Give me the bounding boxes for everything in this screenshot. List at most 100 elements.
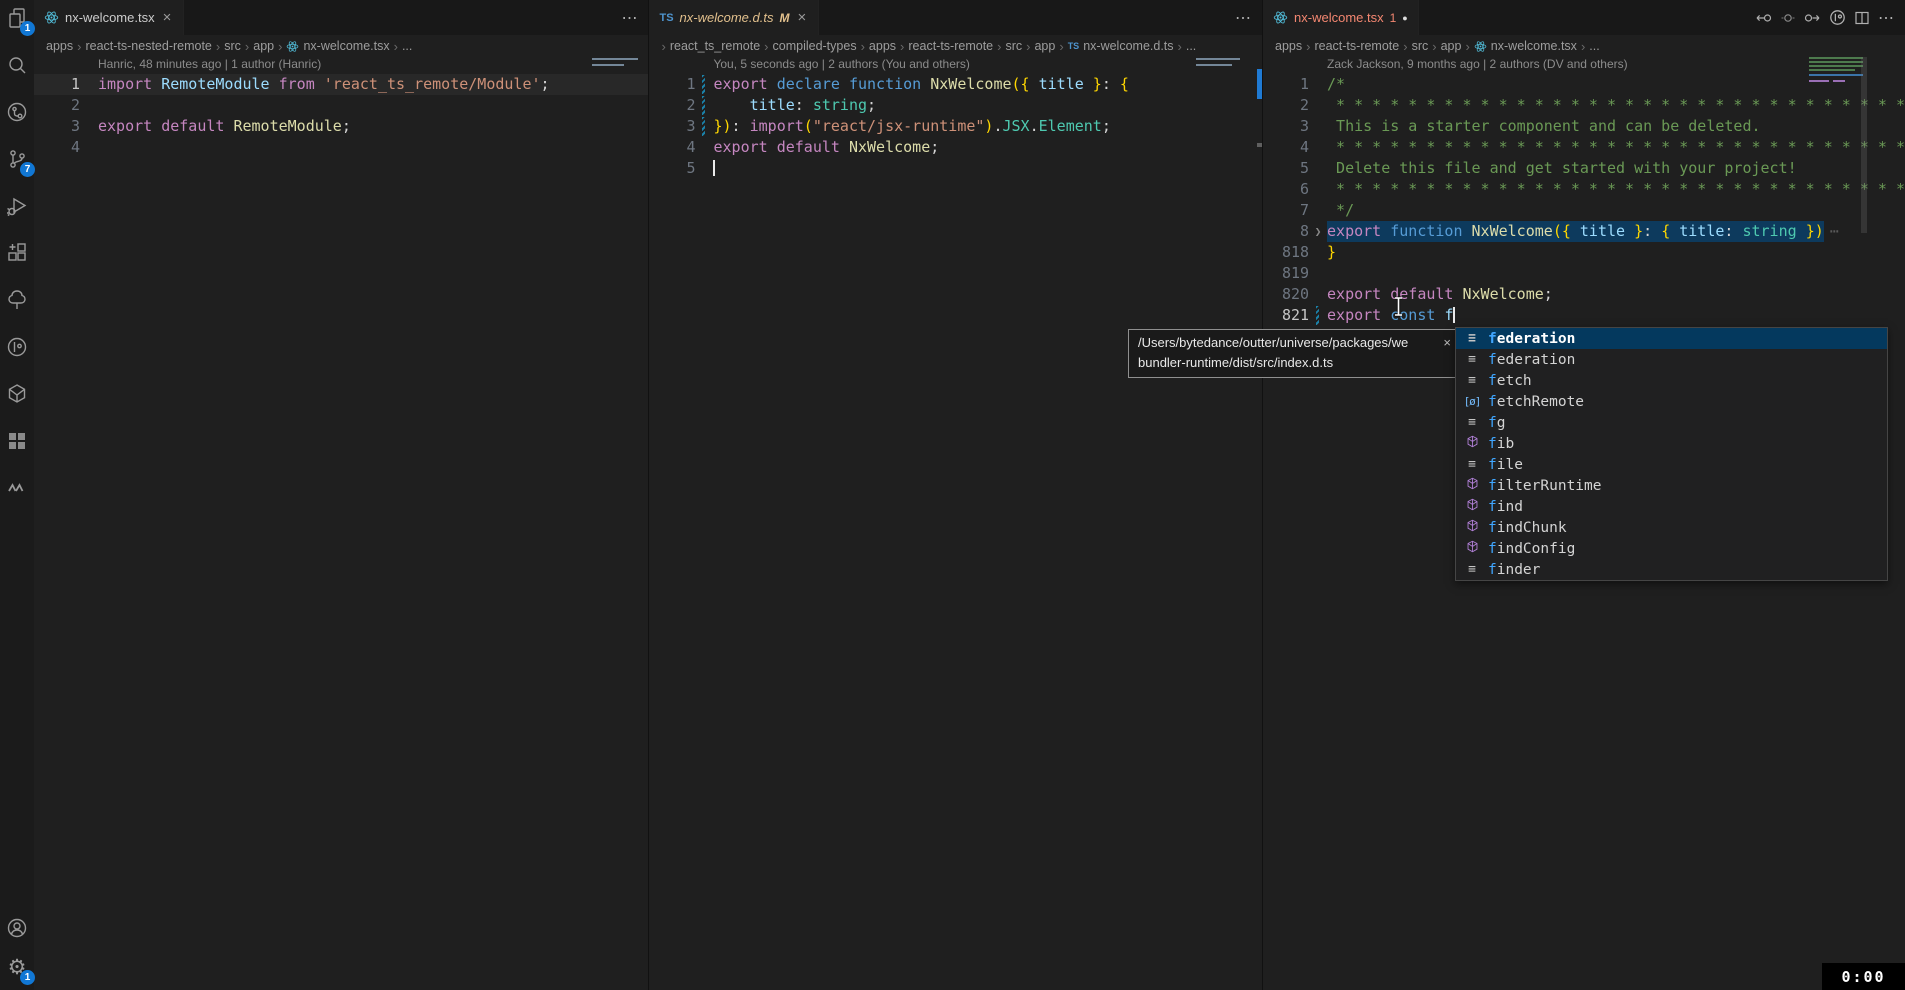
- minimap[interactable]: [1809, 80, 1829, 82]
- breadcrumb-item[interactable]: react-ts-remote: [908, 39, 993, 53]
- minimap[interactable]: [1861, 57, 1867, 233]
- line-number[interactable]: 3: [1263, 116, 1309, 137]
- extensions-icon[interactable]: [4, 240, 30, 266]
- line-number[interactable]: 2: [1263, 95, 1309, 116]
- code-line[interactable]: 2: [34, 95, 648, 116]
- tree-icon[interactable]: [4, 287, 30, 313]
- line-number[interactable]: 3: [649, 116, 695, 137]
- breadcrumb-file[interactable]: nx-welcome.tsx: [303, 39, 389, 53]
- code-line[interactable]: 1import RemoteModule from 'react_ts_remo…: [34, 74, 648, 95]
- minimap[interactable]: [1257, 143, 1262, 147]
- code-line[interactable]: 3}): import("react/jsx-runtime").JSX.Ele…: [649, 116, 1262, 137]
- suggestion-filterRuntime[interactable]: filterRuntime: [1456, 475, 1887, 496]
- line-number[interactable]: 820: [1263, 284, 1309, 305]
- suggestion-fetchRemote[interactable]: [ø]fetchRemote: [1456, 391, 1887, 412]
- remote-graph-icon[interactable]: [4, 99, 30, 125]
- tab-nx-welcome.d.ts[interactable]: TSnx-welcome.d.tsM×: [649, 0, 819, 35]
- minimap[interactable]: [592, 64, 624, 66]
- line-number[interactable]: 821: [1263, 305, 1309, 326]
- line-number[interactable]: 819: [1263, 263, 1309, 284]
- line-number[interactable]: 4: [1263, 137, 1309, 158]
- suggestion-findConfig[interactable]: findConfig: [1456, 538, 1887, 559]
- breadcrumb-item[interactable]: app: [1441, 39, 1462, 53]
- minimap[interactable]: [592, 58, 638, 60]
- codelens-blame[interactable]: You, 5 seconds ago | 2 authors (You and …: [649, 57, 1262, 74]
- close-icon[interactable]: ×: [795, 9, 808, 26]
- more-actions-icon[interactable]: ⋯: [621, 8, 638, 28]
- source-control-graph-icon[interactable]: [1829, 9, 1846, 26]
- fold-chevron-icon[interactable]: ❯: [1309, 221, 1327, 242]
- code-line[interactable]: 8❯export function NxWelcome({ title }: {…: [1263, 221, 1905, 242]
- tab-nx-welcome.tsx[interactable]: nx-welcome.tsx1●: [1263, 0, 1419, 35]
- code-line[interactable]: 2 * * * * * * * * * * * * * * * * * * * …: [1263, 95, 1905, 116]
- source-control-icon[interactable]: 7: [4, 146, 30, 172]
- line-number[interactable]: 6: [1263, 179, 1309, 200]
- tab-nx-welcome.tsx[interactable]: nx-welcome.tsx×: [34, 0, 184, 35]
- unsaved-dot-icon[interactable]: ●: [1402, 13, 1407, 23]
- search-icon[interactable]: [4, 52, 30, 78]
- line-number[interactable]: 4: [34, 137, 80, 158]
- code-line[interactable]: 4export default NxWelcome;: [649, 137, 1262, 158]
- line-number[interactable]: 7: [1263, 200, 1309, 221]
- line-number[interactable]: 818: [1263, 242, 1309, 263]
- breadcrumb-item[interactable]: react_ts_remote: [670, 39, 760, 53]
- breadcrumb-item[interactable]: compiled-types: [773, 39, 857, 53]
- minimap[interactable]: [1196, 64, 1232, 66]
- suggestion-fg[interactable]: ≡fg: [1456, 412, 1887, 433]
- breadcrumb-item[interactable]: src: [1412, 39, 1429, 53]
- line-number[interactable]: 2: [649, 95, 695, 116]
- minimap[interactable]: [1809, 74, 1863, 76]
- code-line[interactable]: 1/*: [1263, 74, 1905, 95]
- breadcrumb-item[interactable]: apps: [1275, 39, 1302, 53]
- breadcrumb-symbol[interactable]: ...: [402, 39, 412, 53]
- suggestion-federation[interactable]: ≡federation: [1456, 328, 1887, 349]
- line-number[interactable]: 3: [34, 116, 80, 137]
- next-change-icon[interactable]: [1804, 10, 1821, 26]
- suggestion-file[interactable]: ≡file: [1456, 454, 1887, 475]
- breadcrumb-item[interactable]: src: [224, 39, 241, 53]
- breadcrumb-item[interactable]: apps: [46, 39, 73, 53]
- breadcrumb-item[interactable]: react-ts-nested-remote: [85, 39, 211, 53]
- code-editor[interactable]: Hanric, 48 minutes ago | 1 author (Hanri…: [34, 57, 648, 990]
- hexagon-icon[interactable]: [4, 381, 30, 407]
- line-number[interactable]: 5: [649, 158, 695, 179]
- suggestion-federation[interactable]: ≡federation: [1456, 349, 1887, 370]
- minimap[interactable]: [1809, 69, 1855, 71]
- code-line[interactable]: 2 title: string;: [649, 95, 1262, 116]
- minimap[interactable]: [1809, 65, 1863, 67]
- code-line[interactable]: 3export default RemoteModule;: [34, 116, 648, 137]
- more-actions-icon[interactable]: ⋯: [1878, 8, 1895, 28]
- suggestion-find[interactable]: find: [1456, 496, 1887, 517]
- line-number[interactable]: 8: [1263, 221, 1309, 242]
- line-number[interactable]: 4: [649, 137, 695, 158]
- minimap[interactable]: [1833, 80, 1845, 82]
- suggestion-findChunk[interactable]: findChunk: [1456, 517, 1887, 538]
- timeline-icon[interactable]: [4, 334, 30, 360]
- codelens-blame[interactable]: Hanric, 48 minutes ago | 1 author (Hanri…: [34, 57, 648, 74]
- line-number[interactable]: 1: [34, 74, 80, 95]
- minimap[interactable]: [1257, 69, 1262, 99]
- code-line[interactable]: 3 This is a starter component and can be…: [1263, 116, 1905, 137]
- breadcrumb-symbol[interactable]: ...: [1186, 39, 1196, 53]
- minimap[interactable]: [1809, 57, 1863, 59]
- breadcrumb-file[interactable]: nx-welcome.d.ts: [1083, 39, 1173, 53]
- suggestion-finder[interactable]: ≡finder: [1456, 559, 1887, 580]
- current-change-icon[interactable]: [1780, 10, 1796, 26]
- minimap[interactable]: [1196, 58, 1240, 60]
- breadcrumb-item[interactable]: react-ts-remote: [1314, 39, 1399, 53]
- previous-change-icon[interactable]: [1755, 10, 1772, 26]
- breadcrumb-item[interactable]: apps: [869, 39, 896, 53]
- breadcrumb-item[interactable]: app: [253, 39, 274, 53]
- line-number[interactable]: 5: [1263, 158, 1309, 179]
- code-editor[interactable]: You, 5 seconds ago | 2 authors (You and …: [649, 57, 1262, 990]
- code-line[interactable]: 4: [34, 137, 648, 158]
- waves-icon[interactable]: [4, 475, 30, 501]
- line-number[interactable]: 2: [34, 95, 80, 116]
- folded-region-badge[interactable]: ⋯: [1830, 221, 1839, 242]
- breadcrumb-symbol[interactable]: ...: [1589, 39, 1599, 53]
- line-number[interactable]: 1: [1263, 74, 1309, 95]
- suggestion-fetch[interactable]: ≡fetch: [1456, 370, 1887, 391]
- code-line[interactable]: 5 Delete this file and get started with …: [1263, 158, 1905, 179]
- breadcrumb-file[interactable]: nx-welcome.tsx: [1491, 39, 1577, 53]
- minimap[interactable]: [1809, 61, 1863, 63]
